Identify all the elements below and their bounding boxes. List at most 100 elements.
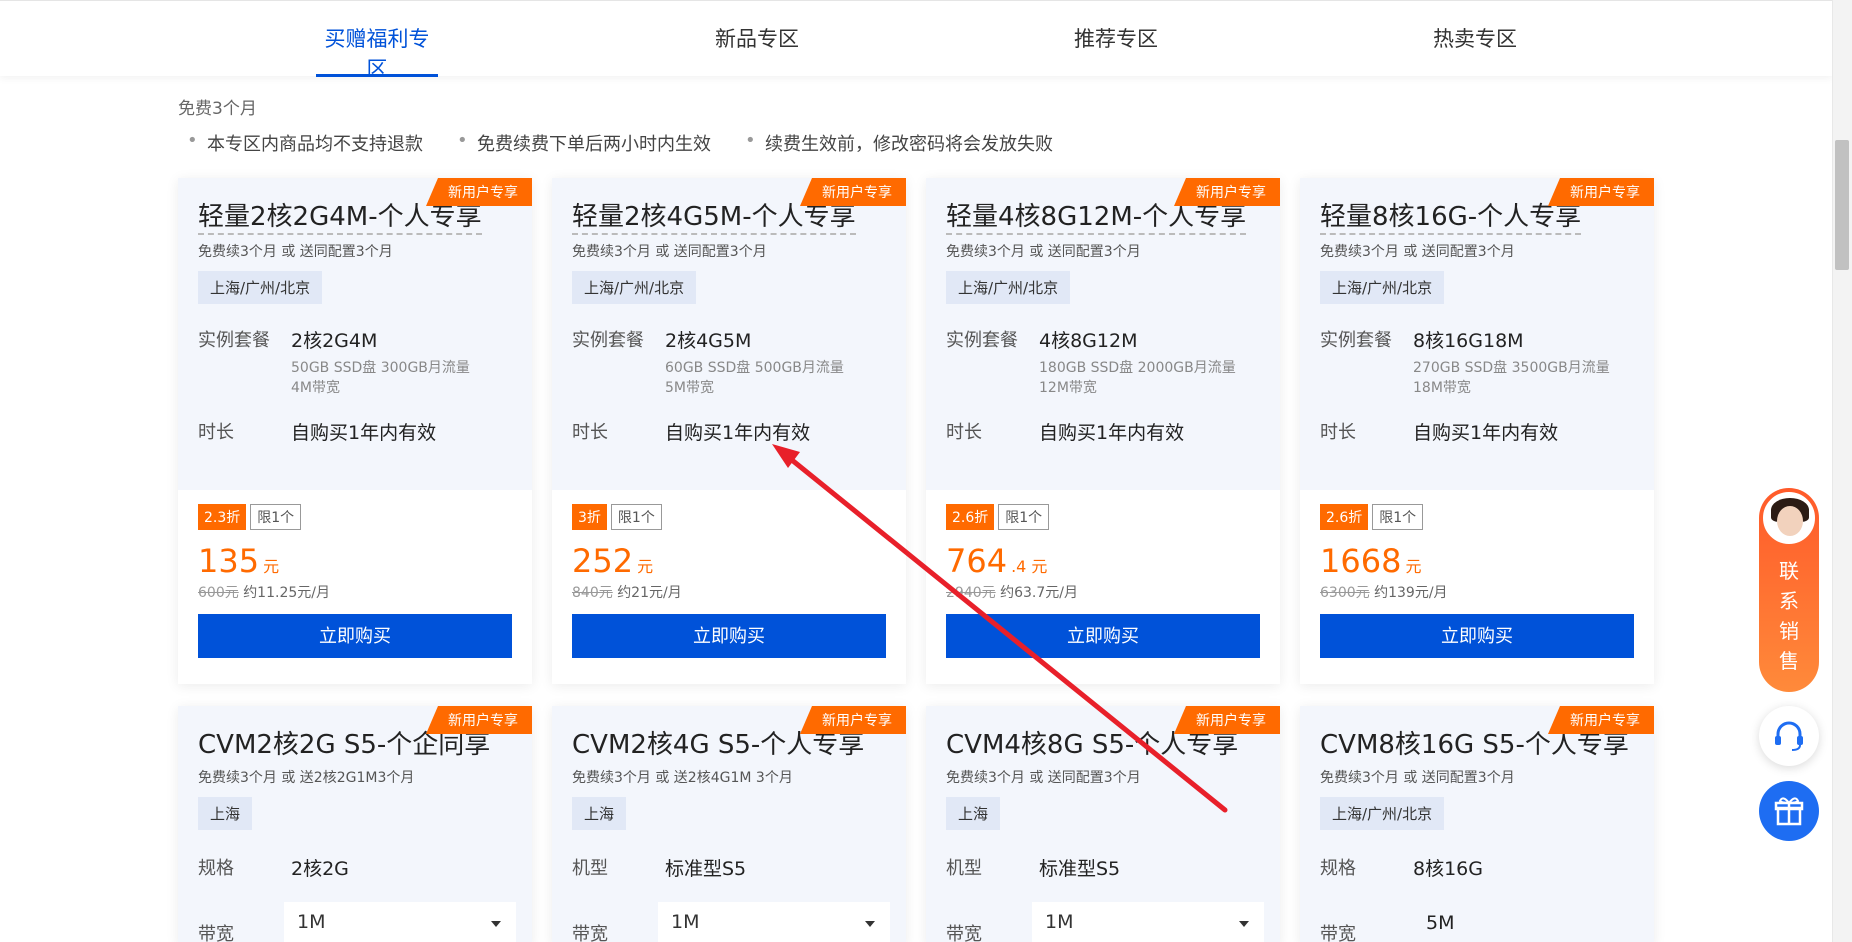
price-value: 1668 [1320,542,1402,580]
tab-recommended[interactable]: 推荐专区 [1074,23,1158,77]
spec-label: 规格 [1320,858,1356,880]
discount-badge: 2.6折 [1320,504,1369,530]
new-user-ribbon: 新用户专享 [800,178,906,206]
spec-detail: 180GB SSD盘 2000GB月流量 [1039,360,1236,377]
contact-sales-button[interactable]: 联 系 销 售 [1759,488,1819,692]
product-card: 新用户专享 CVM2核2G S5-个企同享 免费续3个月 或 送2核2G1M3个… [178,706,532,942]
monthly-price: 约21元/月 [617,585,682,601]
spec-detail: 60GB SSD盘 500GB月流量 [665,360,844,377]
tab-hot-sale[interactable]: 热卖专区 [1433,23,1517,77]
buy-now-button[interactable]: 立即购买 [946,614,1260,658]
new-user-ribbon: 新用户专享 [1174,706,1280,734]
product-subtitle: 免费续3个月 或 送同配置3个月 [198,244,393,261]
new-user-ribbon: 新用户专享 [1548,706,1654,734]
product-subtitle: 免费续3个月 或 送同配置3个月 [572,244,767,261]
spec-label: 实例套餐 [946,330,1018,352]
monthly-price: 约11.25元/月 [243,585,330,601]
product-subtitle: 免费续3个月 或 送2核4G1M 3个月 [572,770,793,787]
new-user-ribbon: 新用户专享 [800,706,906,734]
tab-gift-zone[interactable]: 买赠福利专区 [316,23,438,81]
spec-value: 2核4G5M [665,330,752,353]
buy-now-button[interactable]: 立即购买 [1320,614,1634,658]
duration-value: 自购买1年内有效 [1413,422,1559,445]
bandwidth-value: 5M [1426,912,1455,934]
limit-badge: 限1个 [1372,504,1424,530]
product-card: 新用户专享 轻量2核4G5M-个人专享 免费续3个月 或 送同配置3个月 上海/… [552,178,906,684]
original-price: 840元 [572,585,613,601]
region-tag: 上海/广州/北京 [572,271,697,305]
bandwidth-label: 带宽 [572,924,608,942]
region-tag: 上海/广州/北京 [1320,797,1445,831]
bandwidth-label: 带宽 [946,924,982,942]
duration-label: 时长 [198,422,234,444]
product-card: 新用户专享 轻量8核16G-个人专享 免费续3个月 或 送同配置3个月 上海/广… [1300,178,1654,684]
price-unit: 元 [637,557,654,576]
spec-detail: 50GB SSD盘 300GB月流量 [291,360,470,377]
spec-value: 4核8G12M [1039,330,1138,353]
chevron-down-icon [1239,921,1249,927]
region-tag: 上海/广州/北京 [1320,271,1445,305]
bandwidth-select[interactable]: 1M [1032,902,1264,942]
product-subtitle: 免费续3个月 或 送同配置3个月 [946,770,1141,787]
original-price: 6300元 [1320,585,1370,601]
product-subtitle: 免费续3个月 或 送同配置3个月 [1320,770,1515,787]
product-title[interactable]: 轻量8核16G-个人专享 [1320,178,1582,236]
spec-value: 8核16G18M [1413,330,1524,353]
duration-label: 时长 [572,422,608,444]
spec-value: 2核2G [291,858,349,881]
spec-label: 机型 [572,858,608,880]
bandwidth-select[interactable]: 1M [658,902,890,942]
limit-badge: 限1个 [250,504,302,530]
product-card: 新用户专享 CVM2核4G S5-个人专享 免费续3个月 或 送2核4G1M 3… [552,706,906,942]
price-unit: 元 [263,557,280,576]
page-scrollbar[interactable] [1832,0,1852,942]
product-subtitle: 免费续3个月 或 送同配置3个月 [946,244,1141,261]
bandwidth-select[interactable]: 1M [284,902,516,942]
monthly-price: 约63.7元/月 [1000,585,1078,601]
discount-badge: 2.6折 [946,504,995,530]
duration-value: 自购买1年内有效 [291,422,437,445]
spec-bandwidth: 5M带宽 [665,379,714,396]
region-tag: 上海/广州/北京 [198,271,323,305]
new-user-ribbon: 新用户专享 [1174,178,1280,206]
section-subtitle: 免费3个月 [178,99,257,119]
spec-value: 8核16G [1413,858,1483,881]
product-card: 新用户专享 轻量4核8G12M-个人专享 免费续3个月 或 送同配置3个月 上海… [926,178,1280,684]
region-tag: 上海/广州/北京 [946,271,1071,305]
chevron-down-icon [491,921,501,927]
note-item: 本专区内商品均不支持退款 [187,130,423,156]
spec-bandwidth: 12M带宽 [1039,379,1097,396]
product-subtitle: 免费续3个月 或 送同配置3个月 [1320,244,1515,261]
spec-value: 标准型S5 [665,858,747,881]
chevron-down-icon [865,921,875,927]
note-item: 免费续费下单后两小时内生效 [457,130,711,156]
tab-new-products[interactable]: 新品专区 [715,23,799,77]
duration-value: 自购买1年内有效 [1039,422,1185,445]
contact-sales-label: 联 系 销 售 [1779,559,1799,673]
scrollbar-thumb[interactable] [1835,140,1849,270]
zone-tab-bar: 买赠福利专区 新品专区 推荐专区 热卖专区 [0,0,1832,81]
duration-value: 自购买1年内有效 [665,422,811,445]
spec-label: 实例套餐 [1320,330,1392,352]
monthly-price: 约139元/月 [1374,585,1448,601]
new-user-ribbon: 新用户专享 [426,178,532,206]
region-tag: 上海 [946,797,1001,831]
price-unit: .4 元 [1011,557,1048,576]
spec-label: 实例套餐 [198,330,270,352]
price-unit: 元 [1405,557,1422,576]
bandwidth-label: 带宽 [1320,924,1356,942]
buy-now-button[interactable]: 立即购买 [572,614,886,658]
spec-value: 2核2G4M [291,330,378,353]
bandwidth-label: 带宽 [198,924,234,942]
buy-now-button[interactable]: 立即购买 [198,614,512,658]
customer-service-button[interactable] [1759,706,1819,766]
limit-badge: 限1个 [998,504,1050,530]
discount-badge: 2.3折 [198,504,247,530]
gift-button[interactable] [1759,781,1819,841]
product-card: 新用户专享 CVM8核16G S5-个人专享 免费续3个月 或 送同配置3个月 … [1300,706,1654,942]
original-price: 2940元 [946,585,996,601]
spec-value: 标准型S5 [1039,858,1121,881]
sales-avatar [1763,492,1815,544]
gift-icon [1774,797,1804,826]
product-card: 新用户专享 CVM4核8G S5-个人专享 免费续3个月 或 送同配置3个月 上… [926,706,1280,942]
